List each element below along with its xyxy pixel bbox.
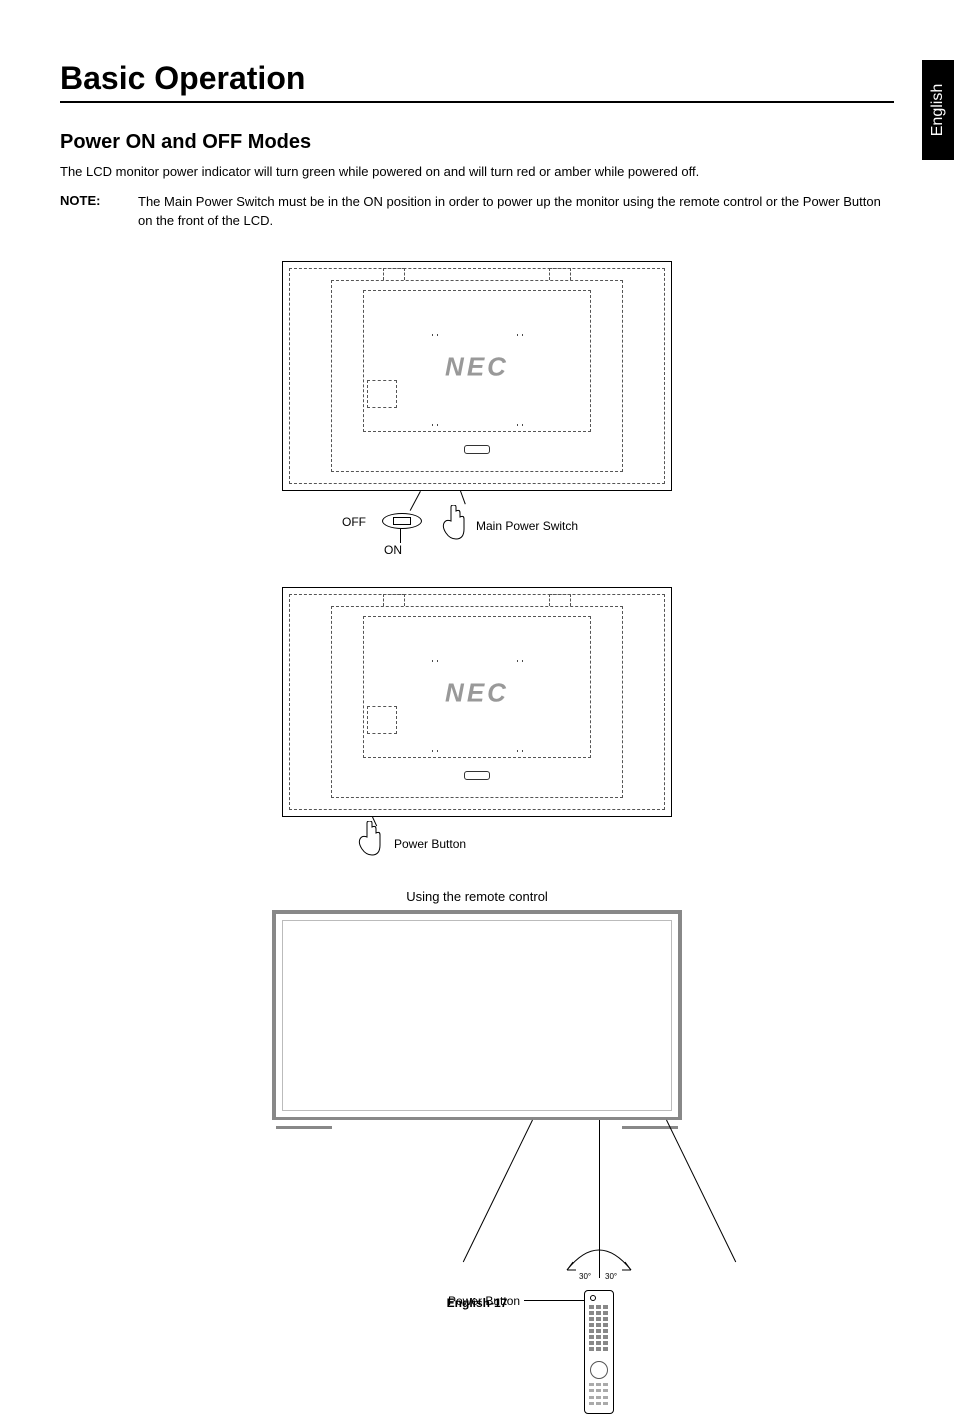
figure-main-power-switch: NEC OFF ON Main Power Switch <box>282 261 672 569</box>
note-text: The Main Power Switch must be in the ON … <box>138 193 894 231</box>
handle-icon <box>549 268 571 280</box>
navigation-wheel-icon <box>590 1361 608 1379</box>
monitor-back-diagram: NEC <box>282 261 672 491</box>
brand-logo: NEC <box>445 677 509 708</box>
port-panel-icon <box>367 380 397 408</box>
monitor-front-diagram <box>272 910 682 1120</box>
slot-icon <box>464 445 490 454</box>
figure1-callouts: OFF ON Main Power Switch <box>282 491 672 569</box>
page-title: Basic Operation <box>60 60 894 103</box>
handle-icon <box>549 594 571 606</box>
brand-logo: NEC <box>445 351 509 382</box>
remote-control-icon <box>584 1290 614 1414</box>
angle-arc-icon <box>565 1240 633 1274</box>
language-tab: English <box>922 60 954 160</box>
remote-power-button-icon <box>590 1295 596 1301</box>
language-tab-label: English <box>929 84 947 136</box>
document-page: English Basic Operation Power ON and OFF… <box>0 0 954 1350</box>
hand-pointer-icon <box>438 505 468 546</box>
figure-remote-control: Using the remote control <box>272 889 682 1310</box>
angle-left-label: 30° <box>579 1272 591 1281</box>
section-heading: Power ON and OFF Modes <box>60 131 894 154</box>
intro-paragraph: The LCD monitor power indicator will tur… <box>60 164 894 179</box>
monitor-back-diagram: NEC <box>282 587 672 817</box>
port-panel-icon <box>367 706 397 734</box>
power-button-label: Power Button <box>394 837 466 851</box>
figure2-callouts: Power Button <box>282 817 672 871</box>
angle-right-label: 30° <box>605 1272 617 1281</box>
hand-pointer-icon <box>354 821 384 862</box>
remote-angle-diagram: 30° 30° Power Button <box>272 1120 682 1310</box>
handle-icon <box>383 268 405 280</box>
figure-power-button: NEC Power Button <box>282 587 672 871</box>
off-label: OFF <box>342 515 366 529</box>
note-block: NOTE: The Main Power Switch must be in t… <box>60 193 894 231</box>
main-power-switch-label: Main Power Switch <box>476 519 578 533</box>
handle-icon <box>383 594 405 606</box>
figures-container: NEC OFF ON Main Power Switch <box>60 261 894 1310</box>
power-switch-icon <box>382 513 422 529</box>
on-label: ON <box>384 543 402 557</box>
slot-icon <box>464 771 490 780</box>
figure3-caption: Using the remote control <box>272 889 682 904</box>
page-number: English-17 <box>447 1296 508 1310</box>
note-label: NOTE: <box>60 193 138 231</box>
